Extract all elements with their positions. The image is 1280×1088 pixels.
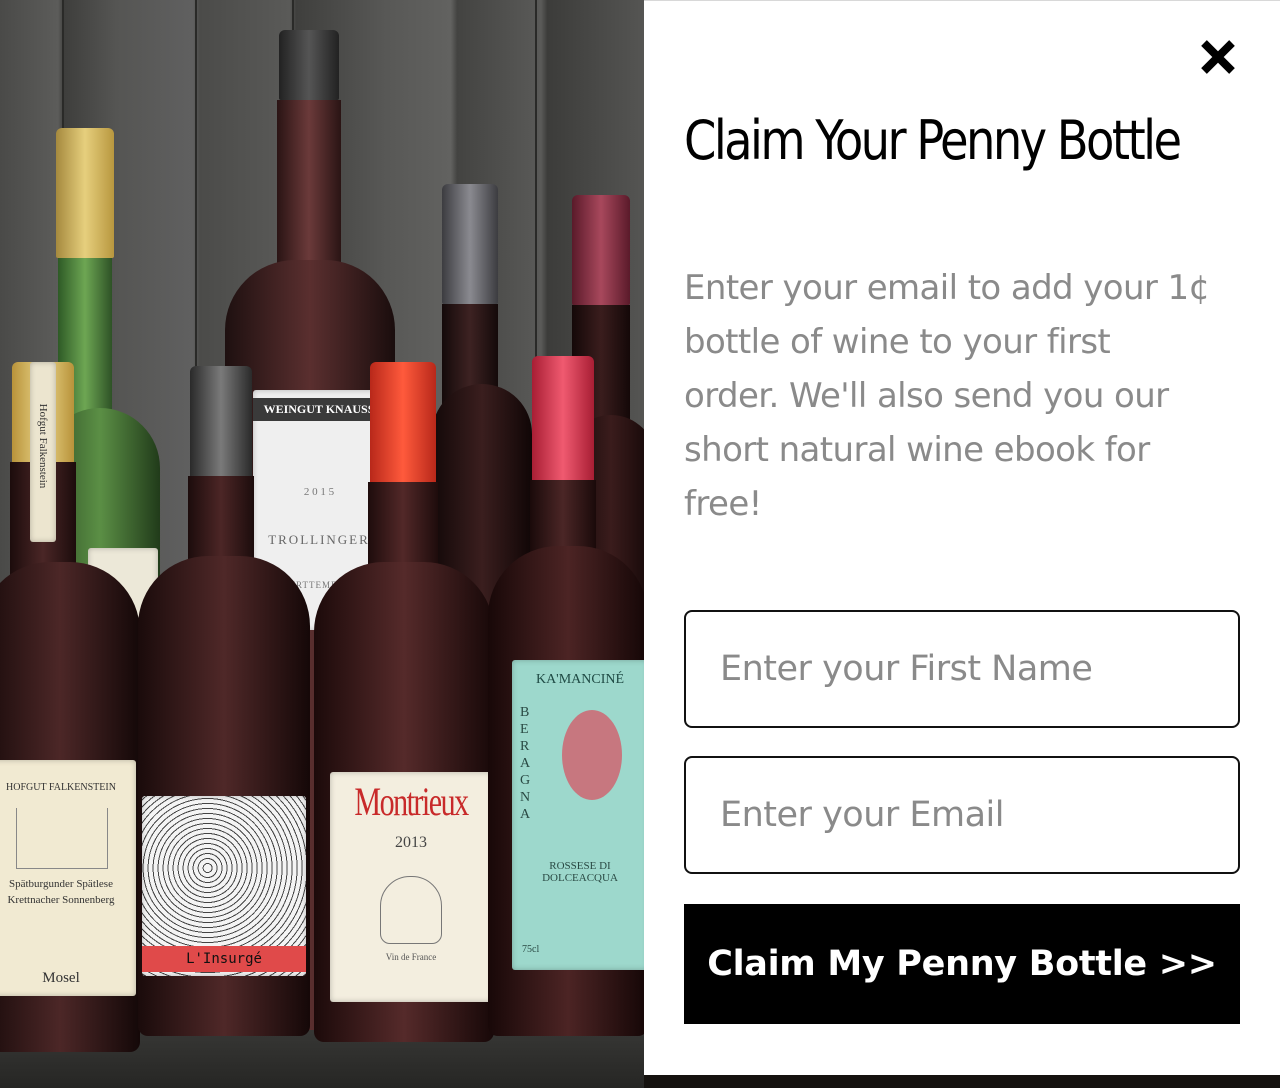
page-background-strip [644, 1075, 1280, 1088]
email-field-wrapper [684, 756, 1240, 874]
modal-description: Enter your email to add your 1¢ bottle o… [684, 268, 1210, 524]
first-name-field-wrapper [684, 610, 1240, 728]
signup-modal: Claim Your Penny Bottle Enter your email… [644, 0, 1280, 1075]
kamancine-label-wine: ROSSESE DI DOLCEACQUA [542, 860, 618, 884]
falkenstein-label-mid2: Krettnacher Sonnenberg [7, 894, 115, 906]
insurge-label: L'Insurgé [142, 946, 306, 972]
close-button[interactable] [1192, 31, 1244, 83]
falkenstein-label-mid: Spätburgunder Spätlese [9, 878, 113, 890]
montrieux-label-name: Montrieux [354, 779, 469, 824]
kamancine-label-brand: KA'MANCINÉ [535, 672, 625, 687]
close-icon [1201, 40, 1235, 74]
kamancine-label-vol: 75cl [522, 944, 540, 955]
montrieux-label-year: 2013 [395, 834, 427, 851]
bottle-montrieux: Montrieux 2013 Vin de France [314, 362, 494, 1042]
first-name-field[interactable] [686, 612, 1238, 726]
bottle-kamancine: KA'MANCINÉ BERAGNA ROSSESE DI DOLCEACQUA… [488, 356, 644, 1036]
wine-bottles-photo: WEINGUT KNAUSS 2 0 1 5 TROLLINGER WÜRTTE… [0, 0, 644, 1088]
montrieux-label-sub: Vin de France [385, 952, 437, 962]
bottle-falkenstein: Hofgut Falkenstein HOFGUT FALKENSTEIN Sp… [0, 362, 140, 1052]
falkenstein-neck-label: Hofgut Falkenstein [37, 403, 49, 489]
claim-penny-bottle-button[interactable]: Claim My Penny Bottle >> [684, 904, 1240, 1024]
modal-title: Claim Your Penny Bottle [684, 109, 1182, 172]
email-field[interactable] [686, 758, 1238, 872]
bottle-insurge: L'Insurgé [138, 366, 310, 1036]
beragna-label: BERAGNA [520, 705, 531, 822]
falkenstein-label-bottom: Mosel [42, 970, 80, 986]
falkenstein-label-top: HOFGUT FALKENSTEIN [6, 782, 116, 793]
